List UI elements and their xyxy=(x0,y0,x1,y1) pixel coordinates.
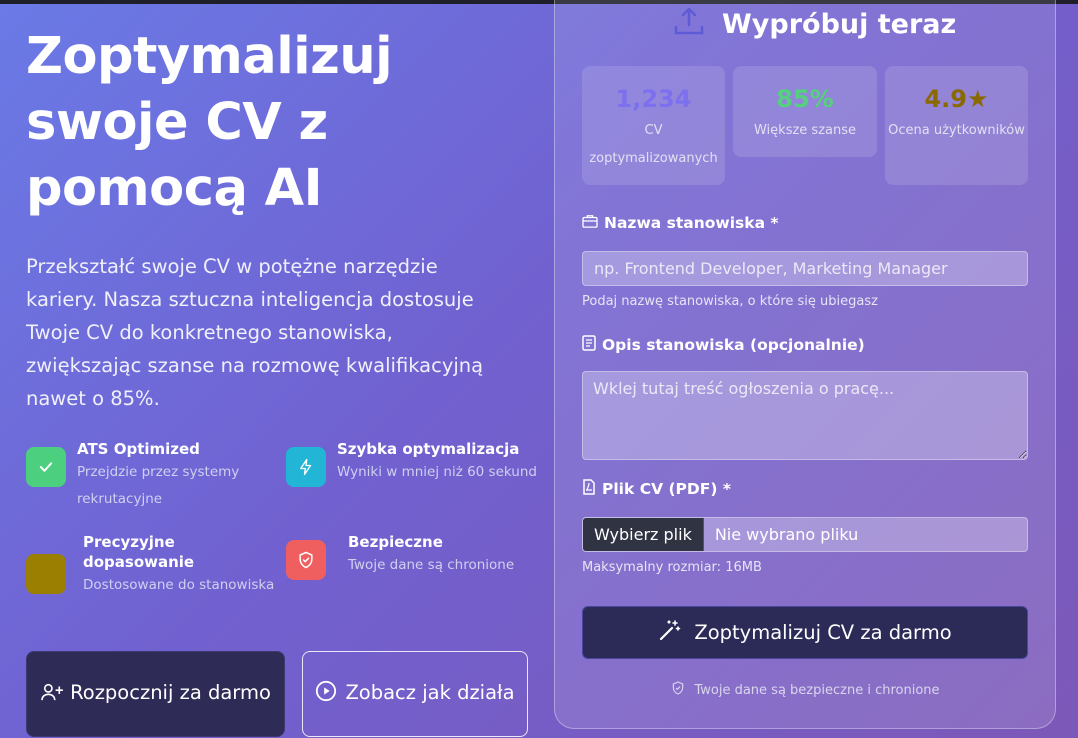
pdf-file-icon xyxy=(582,479,596,499)
hero-title: Zoptymalizuj swoje CV z pomocą AI xyxy=(26,27,393,218)
feature-title: ATS Optimized xyxy=(77,440,200,458)
stat-value: 85% xyxy=(776,85,834,113)
optimize-cv-button[interactable]: Zoptymalizuj CV za darmo xyxy=(582,606,1028,659)
feature-description: Wyniki w mniej niż 60 sekund xyxy=(337,464,537,480)
feature-precision: Precyzyjne dopasowanie Dostosowane do st… xyxy=(26,532,276,599)
start-free-button[interactable]: Rozpocznij za darmo xyxy=(26,651,285,737)
job-description-label: Opis stanowiska (opcjonalnie) xyxy=(582,335,865,355)
feature-security: Bezpieczne Twoje dane są chronione xyxy=(286,532,546,580)
shield-check-icon xyxy=(670,680,686,700)
bolt-icon xyxy=(286,447,326,487)
document-icon xyxy=(582,335,596,355)
target-icon xyxy=(26,554,66,594)
stat-value: 1,234 xyxy=(615,85,692,113)
stat-user-rating: 4.9★ Ocena użytkowników xyxy=(885,66,1028,185)
feature-description: Przejdzie przez systemy rekrutacyjne xyxy=(77,464,240,507)
check-icon xyxy=(26,447,66,487)
stat-better-chances: 85% Większe szanse xyxy=(733,66,877,157)
stat-label: Większe szanse xyxy=(753,123,856,138)
briefcase-icon xyxy=(582,214,598,232)
hero-description: Przekształć swoje CV w potężne narzędzie… xyxy=(26,255,484,410)
job-title-label: Nazwa stanowiska * xyxy=(582,214,779,232)
play-circle-icon xyxy=(315,679,337,712)
see-how-label: Zobacz jak działa xyxy=(345,681,515,704)
card-header: Wypróbuj teraz xyxy=(672,4,972,44)
feature-title: Bezpieczne xyxy=(348,533,443,551)
feature-speed: Szybka optymalizacja Wyniki w mniej niż … xyxy=(286,439,546,487)
upload-icon xyxy=(672,5,706,44)
stat-label: CV zoptymalizowanych xyxy=(589,123,718,166)
optimize-cv-label: Zoptymalizuj CV za darmo xyxy=(694,621,952,644)
start-free-label: Rozpocznij za darmo xyxy=(70,681,271,704)
job-title-hint: Podaj nazwę stanowiska, o które się ubie… xyxy=(582,294,878,309)
user-plus-icon xyxy=(40,679,64,712)
stat-optimized-cvs: 1,234 CV zoptymalizowanych xyxy=(582,66,725,185)
file-status: Nie wybrano pliku xyxy=(714,525,859,544)
cv-file-label: Plik CV (PDF) * xyxy=(582,479,731,499)
job-title-input[interactable] xyxy=(582,251,1028,286)
stat-value: 4.9★ xyxy=(924,85,989,113)
shield-icon xyxy=(286,540,326,580)
feature-title: Precyzyjne dopasowanie xyxy=(83,533,195,571)
security-note: Twoje dane są bezpieczne i chronione xyxy=(582,680,1028,700)
feature-description: Dostosowane do stanowiska xyxy=(83,577,275,593)
cv-file-input[interactable]: Wybierz plik Nie wybrano pliku xyxy=(582,517,1028,552)
stat-label: Ocena użytkowników xyxy=(888,123,1025,138)
card-title: Wypróbuj teraz xyxy=(722,8,957,40)
file-size-hint: Maksymalny rozmiar: 16MB xyxy=(582,560,762,575)
magic-wand-icon xyxy=(658,618,682,647)
feature-ats: ATS Optimized Przejdzie przez systemy re… xyxy=(26,439,276,513)
feature-description: Twoje dane są chronione xyxy=(348,557,515,573)
see-how-button[interactable]: Zobacz jak działa xyxy=(302,651,528,737)
job-description-textarea[interactable] xyxy=(582,371,1028,460)
feature-title: Szybka optymalizacja xyxy=(337,440,520,458)
choose-file-button[interactable]: Wybierz plik xyxy=(583,518,704,551)
